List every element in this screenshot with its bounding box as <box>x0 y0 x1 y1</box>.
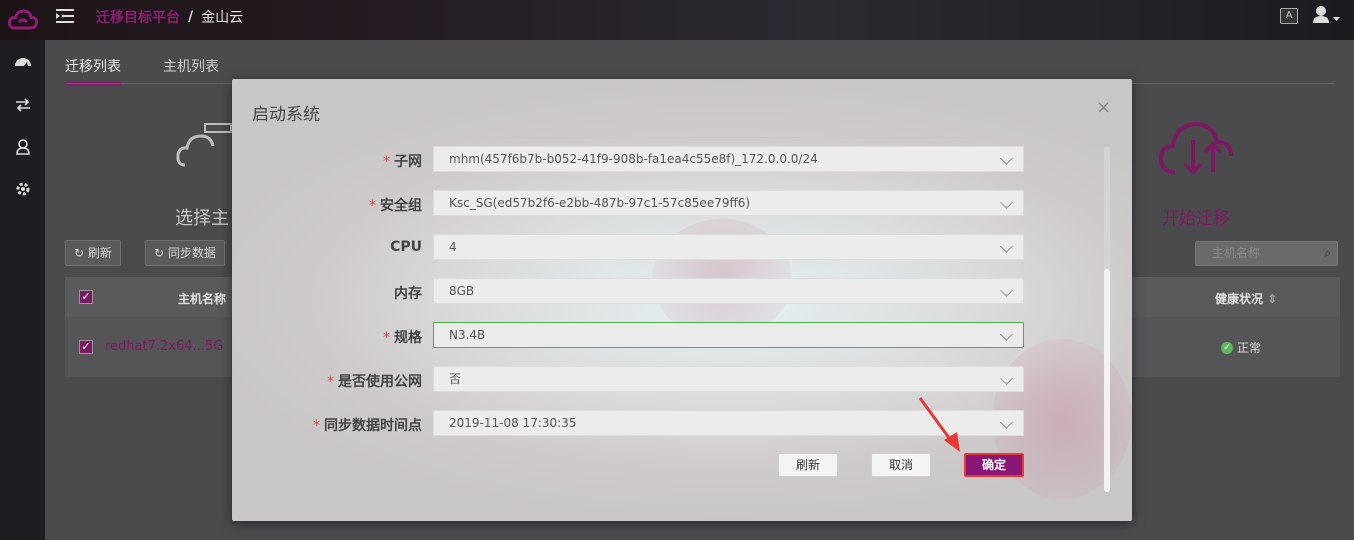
memory-select[interactable]: 8GB <box>433 278 1024 304</box>
field-sync-time-text: 同步数据时间点 <box>324 418 422 434</box>
memory-value: 8GB <box>449 284 475 298</box>
public-network-select[interactable]: 否 <box>433 366 1024 392</box>
chevron-down-icon <box>1000 152 1013 165</box>
required-mark: * <box>369 198 376 214</box>
field-memory: 内存 8GB <box>232 278 1132 304</box>
step-select-host: 选择主 <box>175 120 235 229</box>
field-memory-label: 内存 <box>394 283 422 303</box>
chevron-down-icon <box>1000 196 1013 209</box>
required-mark: * <box>383 330 390 346</box>
spec-value: N3.4B <box>449 328 486 342</box>
language-icon[interactable]: A <box>1280 8 1298 24</box>
subnet-value: mhm(457f6b7b-b052-41f9-908b-fa1ea4c55e8f… <box>449 152 818 166</box>
tab-migration-list[interactable]: 迁移列表 <box>65 56 121 85</box>
cloud-logo-icon[interactable] <box>0 0 45 40</box>
cloud-server-icon <box>176 123 232 167</box>
field-subnet-label: * 子网 <box>383 151 422 171</box>
health-status-label: 正常 <box>1237 341 1262 355</box>
user-menu-button[interactable] <box>1313 5 1345 27</box>
column-health-label: 健康状况 <box>1215 292 1264 306</box>
check-circle-icon: ✓ <box>1221 341 1233 354</box>
field-public-network-text: 是否使用公网 <box>338 374 422 390</box>
top-bar: 迁移目标平台 / 金山云 A <box>0 0 1354 40</box>
tab-bar: 迁移列表 主机列表 <box>65 56 219 85</box>
menu-toggle-icon[interactable] <box>56 8 76 28</box>
tab-host-list[interactable]: 主机列表 <box>163 56 219 85</box>
field-subnet-text: 子网 <box>394 154 422 170</box>
field-cpu-text: CPU <box>390 239 422 255</box>
breadcrumb-cloud: 金山云 <box>201 10 244 26</box>
migrate-icon[interactable] <box>14 96 32 114</box>
chevron-down-icon <box>1000 328 1013 341</box>
field-spec-text: 规格 <box>394 330 422 346</box>
field-security-group: * 安全组 Ksc_SG(ed57b2f6-e2bb-487b-97c1-57c8… <box>232 190 1132 216</box>
sync-time-select[interactable]: 2019-11-08 17:30:35 <box>433 410 1024 436</box>
field-public-network: * 是否使用公网 否 <box>232 366 1132 392</box>
chevron-down-icon <box>1000 284 1013 297</box>
chevron-down-icon <box>1333 17 1340 21</box>
subnet-select[interactable]: mhm(457f6b7b-b052-41f9-908b-fa1ea4c55e8f… <box>433 146 1024 172</box>
dialog-title: 启动系统 <box>252 105 320 125</box>
security-group-select[interactable]: Ksc_SG(ed57b2f6-e2bb-487b-97c1-57c85ee79… <box>433 190 1024 216</box>
close-icon[interactable]: × <box>1096 97 1111 118</box>
field-sync-time: * 同步数据时间点 2019-11-08 17:30:35 <box>232 410 1132 436</box>
public-network-value: 否 <box>449 372 462 386</box>
settings-icon[interactable] <box>14 180 32 198</box>
search-input[interactable]: 主机名称 ⌕ <box>1195 241 1338 266</box>
field-spec: * 规格 N3.4B <box>232 322 1132 348</box>
chevron-down-icon <box>1000 240 1013 253</box>
field-cpu: CPU 4 <box>232 234 1132 260</box>
start-system-dialog: 启动系统 × * 子网 mhm(457f6b7b-b052-41f9-908b-f… <box>232 79 1132 521</box>
confirm-button[interactable]: 确定 <box>964 453 1024 477</box>
step-start-migration: 开始迁移 <box>1155 110 1239 229</box>
field-security-group-text: 安全组 <box>380 198 422 214</box>
sync-icon: ↻ <box>154 246 168 260</box>
refresh-icon: ↻ <box>74 246 88 260</box>
row-checkbox[interactable]: ✓ <box>79 340 93 354</box>
user-icon <box>1313 6 1340 23</box>
search-placeholder: 主机名称 <box>1212 246 1261 260</box>
dashboard-icon[interactable] <box>14 53 32 71</box>
sync-data-button[interactable]: ↻ 同步数据 <box>145 240 225 266</box>
host-name-link[interactable]: redhat7.2x64...5G <box>105 339 223 354</box>
sidebar <box>0 40 45 540</box>
cpu-value: 4 <box>449 240 457 254</box>
cpu-select[interactable]: 4 <box>433 234 1024 260</box>
required-mark: * <box>313 418 320 434</box>
cancel-button[interactable]: 取消 <box>871 453 931 477</box>
required-mark: * <box>383 154 390 170</box>
sync-data-button-label: 同步数据 <box>167 246 216 260</box>
dialog-divider <box>232 137 1132 138</box>
health-status: ✓ 正常 <box>1221 339 1261 356</box>
step-start-migration-label: 开始迁移 <box>1162 209 1230 229</box>
field-sync-time-label: * 同步数据时间点 <box>313 415 422 435</box>
required-mark: * <box>327 374 334 390</box>
sort-icon: ⇕ <box>1267 292 1278 306</box>
breadcrumb-platform[interactable]: 迁移目标平台 <box>96 7 180 27</box>
user-icon[interactable] <box>14 138 32 156</box>
search-icon[interactable]: ⌕ <box>1324 242 1331 265</box>
field-spec-label: * 规格 <box>383 327 422 347</box>
column-host-name[interactable]: 主机名称 <box>178 290 226 307</box>
chevron-down-icon <box>1000 416 1013 429</box>
field-subnet: * 子网 mhm(457f6b7b-b052-41f9-908b-fa1ea4c5… <box>232 146 1132 172</box>
refresh-button[interactable]: ↻ 刷新 <box>65 240 121 266</box>
column-health[interactable]: 健康状况 ⇕ <box>1215 290 1277 307</box>
refresh-button-label: 刷新 <box>87 246 112 260</box>
spec-select[interactable]: N3.4B <box>433 322 1024 348</box>
field-public-network-label: * 是否使用公网 <box>327 371 422 391</box>
field-memory-text: 内存 <box>394 286 422 302</box>
select-all-checkbox[interactable]: ✓ <box>79 290 93 304</box>
breadcrumb-separator: / <box>188 9 194 25</box>
step-select-host-label: 选择主 <box>175 208 229 229</box>
chevron-down-icon <box>1000 372 1013 385</box>
sync-time-value: 2019-11-08 17:30:35 <box>449 416 577 430</box>
breadcrumb: 迁移目标平台 / 金山云 <box>96 7 243 27</box>
security-group-value: Ksc_SG(ed57b2f6-e2bb-487b-97c1-57c85ee79… <box>449 196 751 210</box>
field-cpu-label: CPU <box>390 239 422 255</box>
cloud-transfer-icon <box>1158 121 1233 175</box>
field-security-group-label: * 安全组 <box>369 195 422 215</box>
dialog-refresh-button[interactable]: 刷新 <box>778 453 838 477</box>
